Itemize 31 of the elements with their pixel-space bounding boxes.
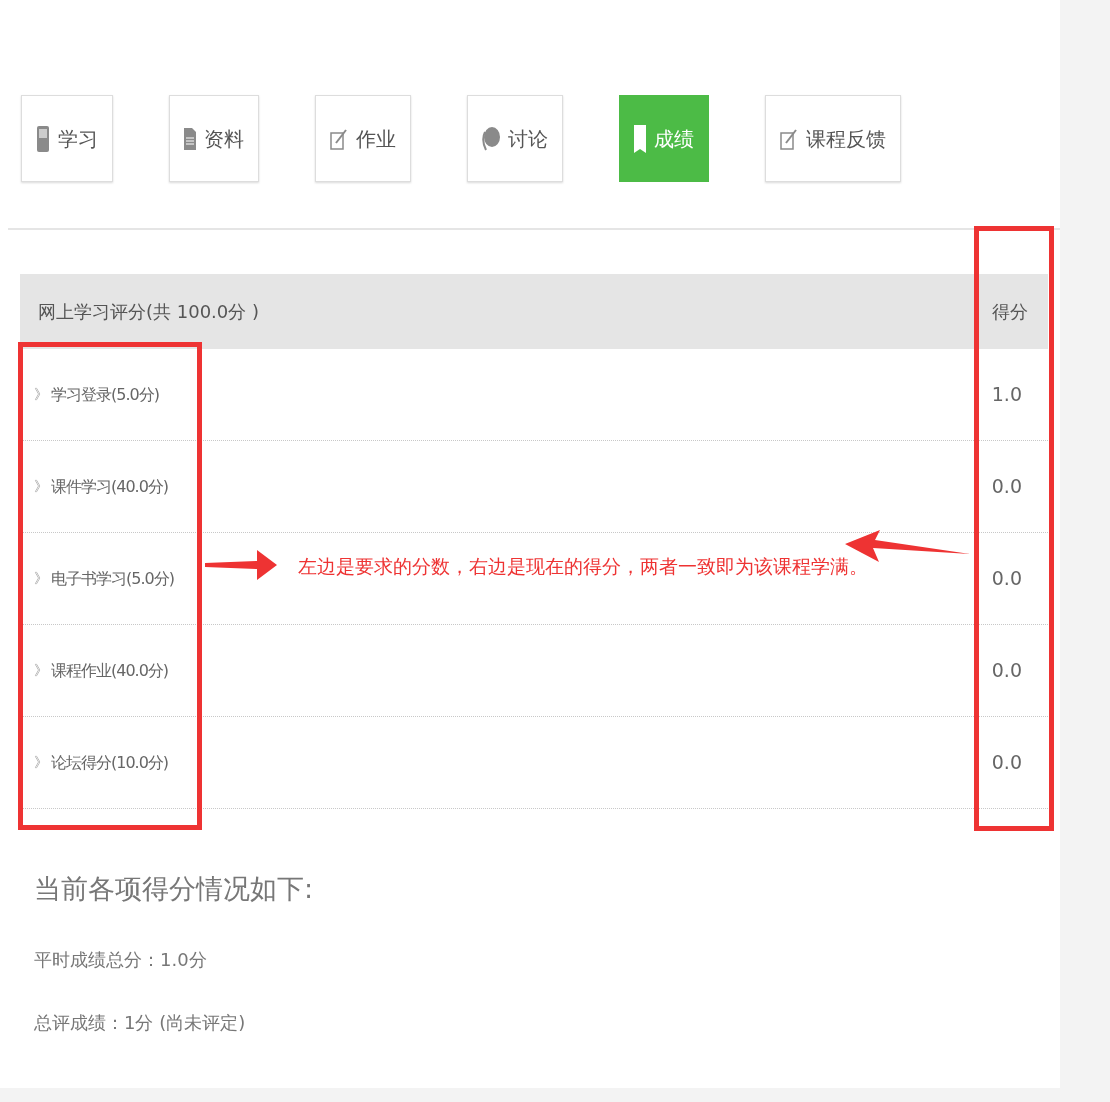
- table-cell-text: 0.0: [991, 658, 1022, 684]
- row-marker: 》: [34, 569, 47, 588]
- document-icon: [184, 127, 196, 150]
- row-marker: 》: [34, 385, 47, 404]
- tab[interactable]: 课程反馈: [765, 95, 901, 182]
- column-header: 网上学习评分(共 100.0分 ): [38, 300, 260, 324]
- tab[interactable]: 作业: [315, 95, 411, 182]
- table-cell-text: 课件学习(40.0分): [51, 475, 169, 498]
- annotation-text: 左边是要求的分数，右边是现在的得分，两者一致即为该课程学满。: [298, 554, 868, 579]
- table-cell-text: 1.0: [991, 382, 1022, 408]
- table-cell-text: 0.0: [991, 566, 1022, 592]
- row-marker: 》: [34, 661, 47, 680]
- summary-line: 平时成绩总分：1.0分: [34, 947, 208, 972]
- table-cell-text: 课程作业(40.0分): [51, 659, 169, 682]
- tab[interactable]: 学习: [21, 95, 113, 182]
- bookmark-icon: [634, 124, 646, 153]
- tab[interactable]: 资料: [169, 95, 259, 182]
- summary-title: 当前各项得分情况如下:: [34, 872, 315, 906]
- table-cell-text: 学习登录(5.0分): [51, 383, 159, 406]
- column-header: 得分: [992, 300, 1028, 324]
- summary-line: 总评成绩：1分 (尚未评定): [34, 1010, 247, 1035]
- right-arrow: [205, 550, 277, 580]
- table-cell-text: 电子书学习(5.0分): [51, 567, 174, 590]
- tab[interactable]: 讨论: [467, 95, 563, 182]
- table-cell-text: 0.0: [991, 750, 1022, 776]
- edit-icon: [330, 127, 348, 150]
- table-cell-text: 0.0: [991, 474, 1022, 500]
- edit-icon: [780, 127, 798, 150]
- row-marker: 》: [34, 753, 47, 772]
- table-cell-text: 论坛得分(10.0分): [51, 751, 169, 774]
- row-marker: 》: [34, 477, 47, 496]
